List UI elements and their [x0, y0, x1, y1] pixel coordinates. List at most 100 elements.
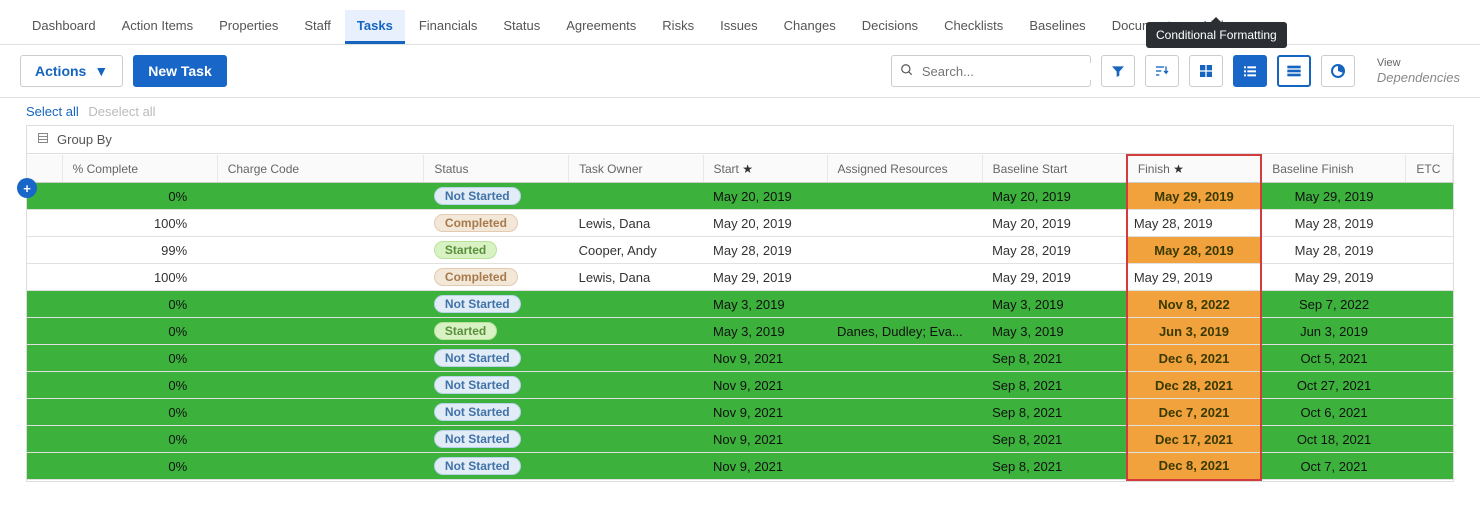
cell-assigned-resources[interactable]: [827, 345, 982, 372]
cell-status[interactable]: Not Started: [424, 183, 569, 210]
row-handle[interactable]: [27, 426, 62, 453]
cell-baseline-finish[interactable]: Oct 18, 2021: [1261, 426, 1406, 453]
board-view-button[interactable]: [1189, 55, 1223, 87]
cell-finish[interactable]: May 29, 2019: [1127, 183, 1261, 210]
cell-percent-complete[interactable]: 0%: [62, 291, 217, 318]
table-row[interactable]: 0%StartedMay 3, 2019Danes, Dudley; Eva..…: [27, 318, 1453, 345]
cell-etc[interactable]: [1406, 345, 1453, 372]
cell-baseline-start[interactable]: May 3, 2019: [982, 291, 1127, 318]
cell-status[interactable]: Completed: [424, 210, 569, 237]
cell-start[interactable]: May 28, 2019: [703, 237, 827, 264]
cell-start[interactable]: Nov 9, 2021: [703, 453, 827, 480]
actions-button[interactable]: Actions ▼: [20, 55, 123, 87]
column-header[interactable]: Status: [424, 155, 569, 183]
cell-assigned-resources[interactable]: [827, 426, 982, 453]
cell-percent-complete[interactable]: 0%: [62, 426, 217, 453]
cell-etc[interactable]: [1406, 210, 1453, 237]
cell-assigned-resources[interactable]: [827, 264, 982, 291]
cell-baseline-finish[interactable]: Oct 7, 2021: [1261, 453, 1406, 480]
tab-tasks[interactable]: Tasks: [345, 10, 405, 44]
cell-finish[interactable]: Dec 6, 2021: [1127, 345, 1261, 372]
cell-percent-complete[interactable]: 100%: [62, 210, 217, 237]
cell-baseline-start[interactable]: Sep 8, 2021: [982, 453, 1127, 480]
table-row[interactable]: 0%Not StartedNov 9, 2021Sep 8, 2021Dec 7…: [27, 399, 1453, 426]
column-header[interactable]: Task Owner: [569, 155, 703, 183]
cell-assigned-resources[interactable]: [827, 237, 982, 264]
cell-baseline-start[interactable]: May 20, 2019: [982, 210, 1127, 237]
cell-start[interactable]: Nov 9, 2021: [703, 372, 827, 399]
cell-etc[interactable]: [1406, 372, 1453, 399]
cell-percent-complete[interactable]: 0%: [62, 183, 217, 210]
column-header[interactable]: [27, 155, 62, 183]
cell-assigned-resources[interactable]: [827, 183, 982, 210]
cell-assigned-resources[interactable]: [827, 372, 982, 399]
table-row[interactable]: 100%CompletedLewis, DanaMay 20, 2019May …: [27, 210, 1453, 237]
cell-etc[interactable]: [1406, 291, 1453, 318]
cell-charge-code[interactable]: [217, 291, 424, 318]
cell-percent-complete[interactable]: 100%: [62, 264, 217, 291]
cell-baseline-start[interactable]: Sep 8, 2021: [982, 426, 1127, 453]
cell-charge-code[interactable]: [217, 453, 424, 480]
column-header[interactable]: ETC: [1406, 155, 1453, 183]
tab-dashboard[interactable]: Dashboard: [20, 10, 108, 44]
cell-status[interactable]: Not Started: [424, 453, 569, 480]
cell-finish[interactable]: May 29, 2019: [1127, 264, 1261, 291]
row-handle[interactable]: [27, 264, 62, 291]
cell-baseline-finish[interactable]: Sep 7, 2022: [1261, 291, 1406, 318]
cell-task-owner[interactable]: Lewis, Dana: [569, 264, 703, 291]
cell-charge-code[interactable]: [217, 318, 424, 345]
cell-status[interactable]: Started: [424, 237, 569, 264]
table-row[interactable]: 99%StartedCooper, AndyMay 28, 2019May 28…: [27, 237, 1453, 264]
tab-issues[interactable]: Issues: [708, 10, 770, 44]
cell-baseline-start[interactable]: Sep 8, 2021: [982, 345, 1127, 372]
column-header[interactable]: % Complete: [62, 155, 217, 183]
cell-baseline-finish[interactable]: May 28, 2019: [1261, 210, 1406, 237]
cell-start[interactable]: Nov 9, 2021: [703, 426, 827, 453]
tab-staff[interactable]: Staff: [292, 10, 343, 44]
cell-assigned-resources[interactable]: [827, 453, 982, 480]
cell-baseline-finish[interactable]: May 28, 2019: [1261, 237, 1406, 264]
cell-baseline-finish[interactable]: Jun 3, 2019: [1261, 318, 1406, 345]
cell-finish[interactable]: Dec 17, 2021: [1127, 426, 1261, 453]
cell-baseline-start[interactable]: May 29, 2019: [982, 264, 1127, 291]
row-handle[interactable]: [27, 237, 62, 264]
cell-task-owner[interactable]: [569, 399, 703, 426]
tab-changes[interactable]: Changes: [772, 10, 848, 44]
tab-action-items[interactable]: Action Items: [110, 10, 206, 44]
cell-status[interactable]: Not Started: [424, 372, 569, 399]
search-box[interactable]: [891, 55, 1091, 87]
cell-etc[interactable]: [1406, 426, 1453, 453]
row-handle[interactable]: [27, 372, 62, 399]
cell-percent-complete[interactable]: 0%: [62, 345, 217, 372]
row-handle[interactable]: [27, 453, 62, 480]
row-handle[interactable]: [27, 291, 62, 318]
cell-baseline-finish[interactable]: Oct 27, 2021: [1261, 372, 1406, 399]
tab-status[interactable]: Status: [491, 10, 552, 44]
cell-percent-complete[interactable]: 0%: [62, 399, 217, 426]
deselect-all-link[interactable]: Deselect all: [88, 104, 155, 119]
cell-assigned-resources[interactable]: [827, 399, 982, 426]
cell-etc[interactable]: [1406, 264, 1453, 291]
cell-charge-code[interactable]: [217, 210, 424, 237]
cell-start[interactable]: May 20, 2019: [703, 210, 827, 237]
cell-task-owner[interactable]: Cooper, Andy: [569, 237, 703, 264]
table-row[interactable]: 0%Not StartedMay 3, 2019May 3, 2019Nov 8…: [27, 291, 1453, 318]
cell-status[interactable]: Not Started: [424, 399, 569, 426]
cell-start[interactable]: May 3, 2019: [703, 291, 827, 318]
cell-finish[interactable]: Dec 28, 2021: [1127, 372, 1261, 399]
cell-charge-code[interactable]: [217, 426, 424, 453]
cell-finish[interactable]: Nov 8, 2022: [1127, 291, 1261, 318]
table-row[interactable]: 100%CompletedLewis, DanaMay 29, 2019May …: [27, 264, 1453, 291]
cell-assigned-resources[interactable]: [827, 291, 982, 318]
row-handle[interactable]: [27, 399, 62, 426]
table-row[interactable]: 0%Not StartedNov 9, 2021Sep 8, 2021Dec 6…: [27, 345, 1453, 372]
cell-finish[interactable]: Dec 7, 2021: [1127, 399, 1261, 426]
table-row[interactable]: 0% Not Started Nov 9, 2021 Sep 8, 2021Dec 1…: [27, 426, 1453, 453]
conditional-formatting-button[interactable]: [1277, 55, 1311, 87]
chart-button[interactable]: [1321, 55, 1355, 87]
column-header[interactable]: Baseline Finish: [1261, 155, 1406, 183]
cell-task-owner[interactable]: Lewis, Dana: [569, 210, 703, 237]
cell-start[interactable]: Nov 9, 2021: [703, 399, 827, 426]
cell-status[interactable]: Not Started: [424, 426, 569, 453]
cell-charge-code[interactable]: [217, 345, 424, 372]
